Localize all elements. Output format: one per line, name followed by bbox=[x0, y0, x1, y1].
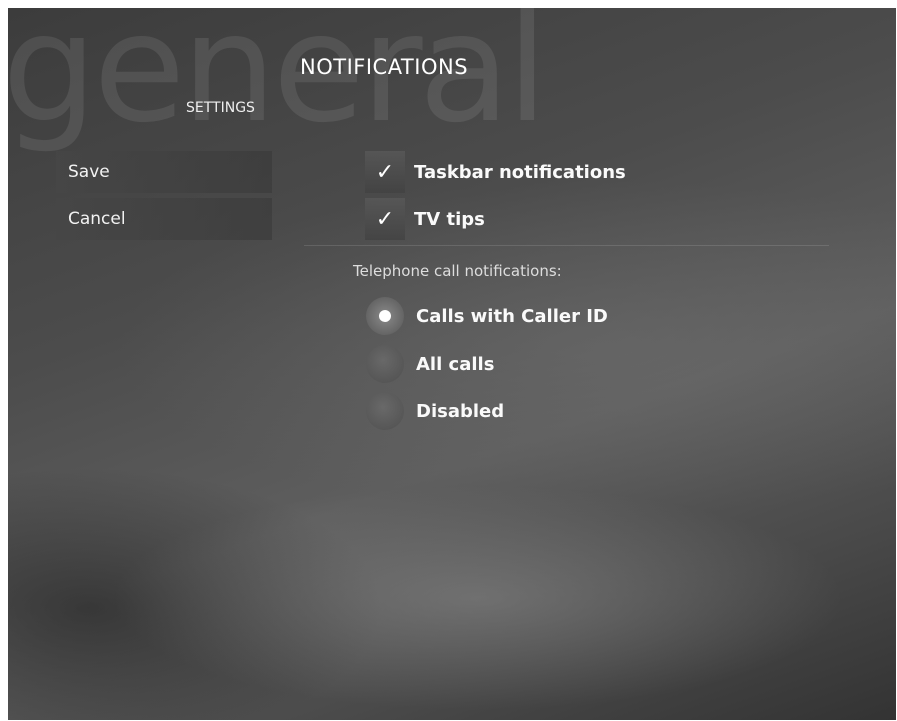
check-icon: ✓ bbox=[375, 206, 395, 232]
radio-label-all-calls: All calls bbox=[416, 353, 495, 375]
radio-label-disabled: Disabled bbox=[416, 400, 505, 422]
page-title: NOTIFICATIONS bbox=[300, 55, 469, 79]
radio-selected-icon[interactable] bbox=[366, 297, 404, 335]
divider bbox=[304, 245, 829, 246]
save-button[interactable]: Save bbox=[56, 151, 272, 193]
media-center-settings-screen: general NOTIFICATIONS SETTINGS Save Canc… bbox=[8, 8, 896, 720]
radio-dot bbox=[379, 310, 391, 322]
check-icon: ✓ bbox=[375, 159, 395, 185]
cancel-button[interactable]: Cancel bbox=[56, 198, 272, 240]
page-subtitle: SETTINGS bbox=[186, 100, 255, 116]
taskbar-notifications-label: Taskbar notifications bbox=[414, 161, 626, 183]
taskbar-notifications-checkbox[interactable]: ✓ bbox=[365, 151, 405, 193]
radio-option-all-calls[interactable]: All calls bbox=[366, 344, 494, 384]
radio-option-disabled[interactable]: Disabled bbox=[366, 391, 504, 431]
telephone-notifications-heading: Telephone call notifications: bbox=[353, 262, 562, 280]
radio-label-caller-id: Calls with Caller ID bbox=[416, 305, 608, 327]
tv-tips-checkbox[interactable]: ✓ bbox=[365, 198, 405, 240]
radio-unselected-icon[interactable] bbox=[366, 392, 404, 430]
radio-option-caller-id[interactable]: Calls with Caller ID bbox=[366, 296, 608, 336]
radio-unselected-icon[interactable] bbox=[366, 345, 404, 383]
taskbar-notifications-option[interactable]: ✓ Taskbar notifications bbox=[365, 151, 626, 193]
tv-tips-option[interactable]: ✓ TV tips bbox=[365, 198, 485, 240]
tv-tips-label: TV tips bbox=[414, 208, 485, 230]
